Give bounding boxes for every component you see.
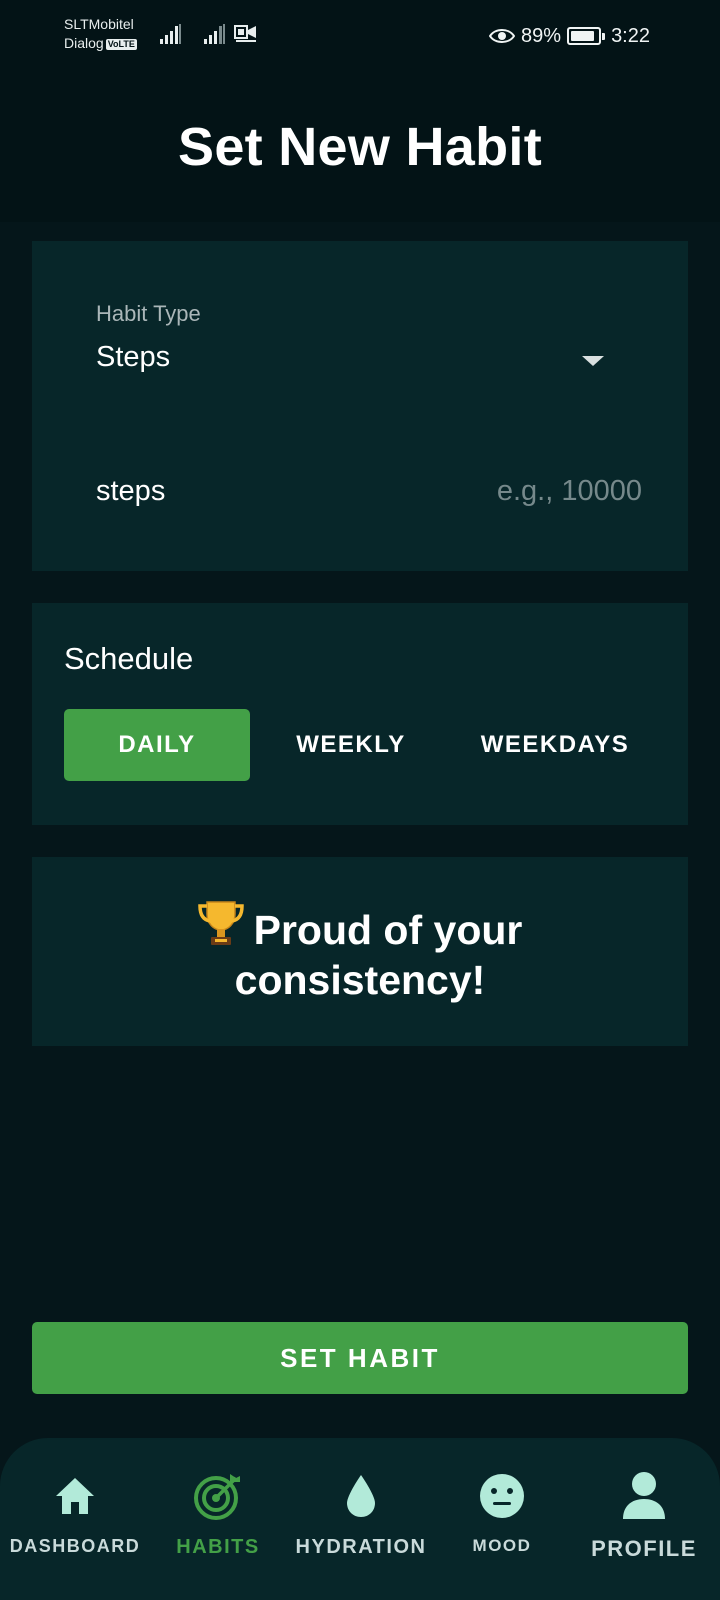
schedule-card: Schedule DAILY WEEKLY WEEKDAYS	[32, 603, 688, 825]
set-habit-button[interactable]: SET HABIT	[32, 1322, 688, 1394]
nav-label-hydration: HYDRATION	[295, 1536, 427, 1558]
clock: 3:22	[611, 24, 650, 47]
motivation-line-1: Proud of your	[253, 907, 523, 953]
carrier-name-2: Dialog	[64, 35, 104, 51]
habit-type-select[interactable]: Steps	[96, 341, 170, 374]
motivation-line-2: consistency!	[234, 957, 486, 1003]
nav-item-mood[interactable]: MOOD	[436, 1438, 568, 1600]
nav-item-hydration[interactable]: HYDRATION	[286, 1438, 436, 1600]
goal-input[interactable]	[292, 469, 642, 513]
battery-icon	[567, 27, 606, 45]
status-bar: SLTMobitel Dialog VoLTE 89% 3:22	[0, 0, 720, 72]
home-icon	[51, 1472, 99, 1520]
target-icon	[194, 1472, 242, 1520]
carrier-name-1: SLTMobitel	[64, 16, 134, 32]
nav-item-dashboard[interactable]: DASHBOARD	[0, 1438, 150, 1600]
volte-badge: VoLTE	[105, 39, 137, 50]
header: Set New Habit	[0, 72, 720, 222]
schedule-option-daily[interactable]: DAILY	[64, 709, 250, 781]
status-right: 89% 3:22	[489, 24, 650, 48]
eye-comfort-icon	[489, 29, 516, 43]
nav-label-dashboard: DASHBOARD	[9, 1536, 141, 1556]
nav-label-profile: PROFILE	[591, 1536, 697, 1561]
nav-item-habits[interactable]: HABITS	[150, 1438, 286, 1600]
goal-unit-label: steps	[96, 475, 166, 507]
dropdown-arrow-icon[interactable]	[582, 356, 604, 366]
battery-level	[571, 31, 595, 41]
schedule-option-weekly[interactable]: WEEKLY	[258, 709, 444, 781]
motivation-card: Proud of your consistency!	[32, 857, 688, 1046]
carrier-info: SLTMobitel Dialog VoLTE	[64, 15, 137, 53]
schedule-title: Schedule	[64, 641, 194, 676]
habit-form-card: Habit Type Steps steps	[32, 241, 688, 571]
nav-label-mood: MOOD	[472, 1536, 532, 1555]
person-icon	[620, 1472, 668, 1520]
screen-cast-icon	[234, 25, 256, 42]
nav-label-habits: HABITS	[176, 1536, 260, 1558]
bottom-nav: DASHBOARD HABITS HYDRATION MOOD PROFILE	[0, 1438, 720, 1600]
nav-item-profile[interactable]: PROFILE	[568, 1438, 720, 1600]
page-title: Set New Habit	[178, 117, 542, 177]
neutral-face-icon	[478, 1472, 526, 1520]
signal-strength-icon	[160, 24, 181, 44]
water-drop-icon	[337, 1472, 385, 1520]
trophy-icon	[197, 901, 244, 945]
habit-type-label: Habit Type	[96, 301, 201, 326]
schedule-option-weekdays[interactable]: WEEKDAYS	[452, 709, 658, 781]
battery-percent: 89%	[521, 24, 562, 47]
signal-strength-2-icon	[204, 24, 225, 44]
motivation-message: Proud of your consistency!	[197, 898, 523, 1005]
